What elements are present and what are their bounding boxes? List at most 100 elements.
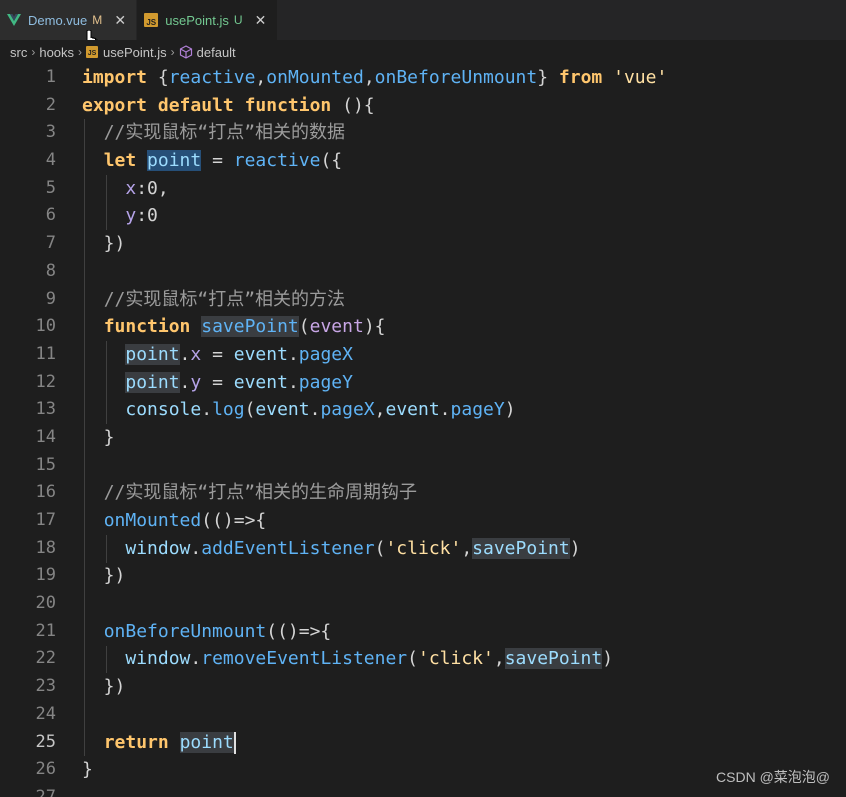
editor-tab-bar: Demo.vue M ✕ JS usePoint.js U ✕ xyxy=(0,0,846,40)
code-line[interactable]: 6 y:0 xyxy=(0,202,846,230)
breadcrumb: src › hooks › JS usePoint.js › default xyxy=(0,40,846,64)
code-token: , xyxy=(255,67,267,88)
code-line[interactable]: 7 }) xyxy=(0,230,846,258)
code-token: x xyxy=(190,343,202,365)
code-editor[interactable]: 1 import {reactive,onMounted,onBeforeUnmo… xyxy=(0,64,846,797)
code-content: window.removeEventListener('click',saveP… xyxy=(82,645,613,673)
code-line[interactable]: 15 xyxy=(0,452,846,480)
code-token: point xyxy=(125,371,180,393)
line-number: 8 xyxy=(45,260,56,281)
code-line[interactable]: 12 point.y = event.pageY xyxy=(0,369,846,397)
code-token: pageY xyxy=(450,399,505,421)
line-number: 4 xyxy=(45,150,56,171)
code-token: } xyxy=(82,759,93,781)
code-token: let xyxy=(103,150,137,172)
code-line[interactable]: 25 return point xyxy=(0,729,846,757)
line-number: 24 xyxy=(35,703,56,724)
code-content: point.y = event.pageY xyxy=(82,369,353,397)
code-line[interactable]: 22 window.removeEventListener('click',sa… xyxy=(0,645,846,673)
line-number: 14 xyxy=(35,426,56,447)
code-token: . xyxy=(179,343,191,365)
chevron-right-icon: › xyxy=(31,45,36,59)
code-token: return xyxy=(103,731,169,753)
indent-guide xyxy=(84,119,85,757)
code-line[interactable]: 9 //实现鼠标“打点”相关的方法 xyxy=(0,286,846,314)
line-number: 21 xyxy=(35,620,56,641)
code-token: console xyxy=(125,399,202,421)
line-number: 10 xyxy=(35,316,56,337)
code-line[interactable]: 21 onBeforeUnmount(()=>{ xyxy=(0,618,846,646)
breadcrumb-item-file[interactable]: JS usePoint.js xyxy=(86,45,167,60)
code-line[interactable]: 19 }) xyxy=(0,562,846,590)
line-number: 22 xyxy=(35,648,56,669)
code-line[interactable]: 8 xyxy=(0,258,846,286)
code-token: point xyxy=(147,150,202,172)
code-line[interactable]: 11 point.x = event.pageX xyxy=(0,341,846,369)
code-line[interactable]: 2 export default function (){ xyxy=(0,92,846,120)
tab-demo-vue[interactable]: Demo.vue M ✕ xyxy=(0,0,138,40)
code-line[interactable]: 17 onMounted(()=>{ xyxy=(0,507,846,535)
code-token: event xyxy=(233,371,288,393)
line-number: 11 xyxy=(35,343,56,364)
code-line[interactable]: 13 console.log(event.pageX,event.pageY) xyxy=(0,396,846,424)
code-line[interactable]: 24 xyxy=(0,701,846,729)
chevron-right-icon: › xyxy=(170,45,175,59)
code-line[interactable]: 20 xyxy=(0,590,846,618)
code-line[interactable]: 23 }) xyxy=(0,673,846,701)
code-token: ) xyxy=(504,399,516,421)
code-token: event xyxy=(233,343,288,365)
code-content: console.log(event.pageX,event.pageY) xyxy=(82,396,516,424)
js-file-icon: JS xyxy=(143,12,159,28)
code-line[interactable]: 14 } xyxy=(0,424,846,452)
cube-symbol-icon xyxy=(179,45,192,59)
tab-usepoint-js[interactable]: JS usePoint.js U ✕ xyxy=(137,0,277,40)
code-content: function savePoint(event){ xyxy=(82,313,386,341)
breadcrumb-item-src[interactable]: src xyxy=(10,45,27,60)
code-content: window.addEventListener('click',savePoin… xyxy=(82,535,581,563)
code-token: export xyxy=(82,94,148,116)
code-token: window xyxy=(125,648,191,670)
code-line[interactable]: 16 //实现鼠标“打点”相关的生命周期钩子 xyxy=(0,479,846,507)
code-line[interactable]: 1 import {reactive,onMounted,onBeforeUnmo… xyxy=(0,64,846,92)
chevron-right-icon: › xyxy=(78,45,83,59)
close-icon[interactable]: ✕ xyxy=(253,12,269,29)
code-line[interactable]: 10 function savePoint(event){ xyxy=(0,313,846,341)
close-icon[interactable]: ✕ xyxy=(112,12,128,29)
line-number: 1 xyxy=(45,67,56,87)
code-token: savePoint xyxy=(504,648,603,670)
code-line[interactable]: 3 //实现鼠标“打点”相关的数据 xyxy=(0,119,846,147)
breadcrumb-item-hooks[interactable]: hooks xyxy=(39,45,74,60)
code-token: event xyxy=(385,399,440,421)
code-token: //实现鼠标“打点”相关的生命周期钩子 xyxy=(103,482,418,504)
code-token: ({ xyxy=(320,150,343,172)
code-token: }) xyxy=(82,565,126,587)
js-file-icon: JS xyxy=(86,46,99,58)
line-number: 12 xyxy=(35,371,56,392)
indent-guide xyxy=(106,645,107,674)
code-token: . xyxy=(309,399,321,421)
code-line[interactable]: 4 let point = reactive({ xyxy=(0,147,846,175)
code-content: //实现鼠标“打点”相关的数据 xyxy=(82,119,345,147)
line-number: 2 xyxy=(45,94,56,115)
code-token: . xyxy=(190,648,202,670)
breadcrumb-item-symbol[interactable]: default xyxy=(179,45,236,60)
code-token: removeEventListener xyxy=(201,648,408,670)
code-token: , xyxy=(363,67,375,88)
code-line[interactable]: 5 x:0, xyxy=(0,175,846,203)
code-line[interactable]: 18 window.addEventListener('click',saveP… xyxy=(0,535,846,563)
code-token: :0, xyxy=(136,177,169,199)
breadcrumb-symbol-label: default xyxy=(196,44,236,60)
line-number: 9 xyxy=(45,288,56,309)
code-token: from xyxy=(558,67,603,88)
